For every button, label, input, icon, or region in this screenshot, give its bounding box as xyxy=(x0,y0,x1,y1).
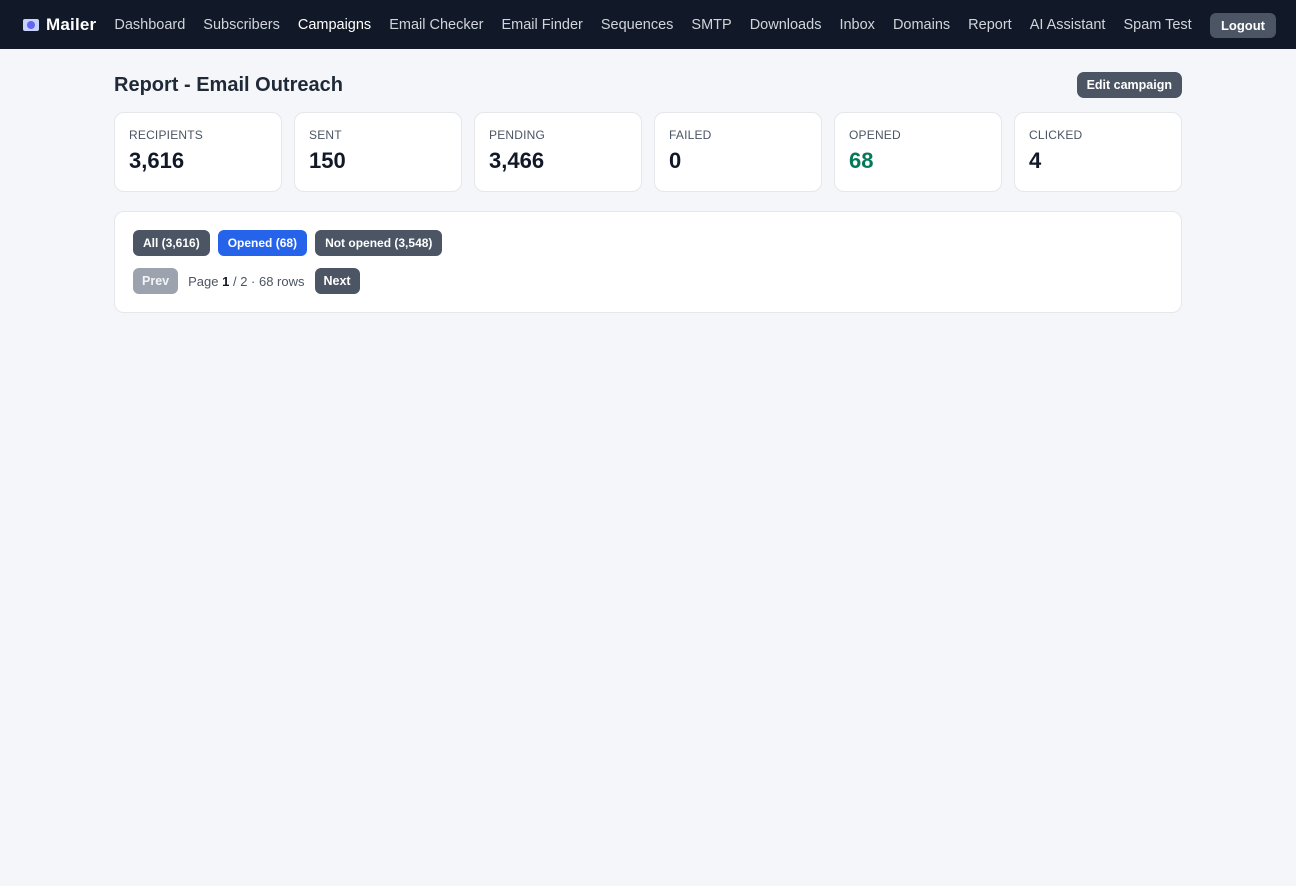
main-content: Report - Email Outreach Edit campaign RE… xyxy=(114,49,1182,313)
mail-icon xyxy=(23,18,39,31)
brand[interactable]: Mailer xyxy=(23,15,96,35)
nav-item-spam-test[interactable]: Spam Test xyxy=(1123,17,1191,33)
nav-item-inbox[interactable]: Inbox xyxy=(839,17,874,33)
stat-value: 0 xyxy=(669,148,682,173)
filter-all-button[interactable]: All (3,616) xyxy=(133,230,210,256)
stat-label: CLICKED xyxy=(1029,128,1083,142)
page-indicator: Page 1 / 2 · 68 rows xyxy=(188,274,304,289)
stat-label: OPENED xyxy=(849,128,901,142)
nav-item-smtp[interactable]: SMTP xyxy=(691,17,731,33)
nav-item-email-finder[interactable]: Email Finder xyxy=(501,17,582,33)
top-navbar: Mailer Dashboard Subscribers Campaigns E… xyxy=(0,0,1296,49)
filter-tabs: All (3,616) Opened (68) Not opened (3,54… xyxy=(133,230,1163,256)
page-word: Page xyxy=(188,273,219,289)
pagination: Prev Page 1 / 2 · 68 rows Next xyxy=(133,268,1163,294)
nav-item-sequences[interactable]: Sequences xyxy=(601,17,674,33)
logout-button[interactable]: Logout xyxy=(1209,13,1276,38)
stat-label: SENT xyxy=(309,128,342,142)
nav-item-email-checker[interactable]: Email Checker xyxy=(389,17,483,33)
page-header: Report - Email Outreach Edit campaign xyxy=(114,72,1182,98)
stat-card-recipients: RECIPIENTS 3,616 xyxy=(114,112,282,192)
prev-page-button[interactable]: Prev xyxy=(133,268,179,294)
stat-card-sent: SENT 150 xyxy=(294,112,462,192)
nav-item-dashboard[interactable]: Dashboard xyxy=(114,17,185,33)
current-page: 1 xyxy=(222,273,230,289)
brand-label: Mailer xyxy=(46,14,97,34)
nav-item-report[interactable]: Report xyxy=(968,17,1012,33)
stat-label: FAILED xyxy=(669,128,712,142)
stat-value: 150 xyxy=(309,148,346,173)
stat-label: PENDING xyxy=(489,128,546,142)
filter-not-opened-button[interactable]: Not opened (3,548) xyxy=(315,230,443,256)
recipients-panel: All (3,616) Opened (68) Not opened (3,54… xyxy=(114,211,1182,313)
filter-opened-button[interactable]: Opened (68) xyxy=(217,230,308,256)
main-nav: Dashboard Subscribers Campaigns Email Ch… xyxy=(114,17,1209,33)
nav-item-domains[interactable]: Domains xyxy=(893,17,950,33)
stat-value: 4 xyxy=(1029,148,1042,173)
stat-card-clicked: CLICKED 4 xyxy=(1014,112,1182,192)
stat-value: 68 xyxy=(849,148,874,173)
stat-value: 3,616 xyxy=(129,148,185,173)
edit-campaign-button[interactable]: Edit campaign xyxy=(1076,72,1182,98)
nav-item-subscribers[interactable]: Subscribers xyxy=(203,17,280,33)
page-total-rows: / 2 · 68 rows xyxy=(232,273,305,289)
next-page-button[interactable]: Next xyxy=(314,268,360,294)
nav-item-campaigns[interactable]: Campaigns xyxy=(298,17,371,33)
stats-row: RECIPIENTS 3,616 SENT 150 PENDING 3,466 … xyxy=(114,112,1182,192)
stat-card-failed: FAILED 0 xyxy=(654,112,822,192)
stat-card-pending: PENDING 3,466 xyxy=(474,112,642,192)
nav-item-downloads[interactable]: Downloads xyxy=(750,17,822,33)
nav-item-ai-assistant[interactable]: AI Assistant xyxy=(1030,17,1106,33)
stat-card-opened: OPENED 68 xyxy=(834,112,1002,192)
stat-value: 3,466 xyxy=(489,148,545,173)
page-title: Report - Email Outreach xyxy=(114,73,343,96)
stat-label: RECIPIENTS xyxy=(129,128,204,142)
